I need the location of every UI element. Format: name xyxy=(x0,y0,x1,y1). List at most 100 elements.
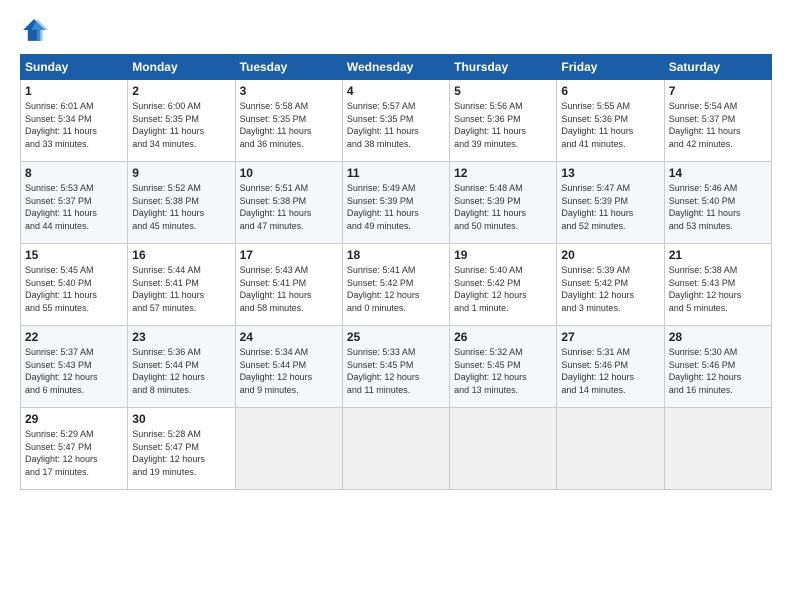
day-number: 22 xyxy=(25,330,123,344)
calendar-table: SundayMondayTuesdayWednesdayThursdayFrid… xyxy=(20,54,772,490)
cell-info: Sunrise: 5:31 AM Sunset: 5:46 PM Dayligh… xyxy=(561,346,659,396)
cell-info: Sunrise: 5:57 AM Sunset: 5:35 PM Dayligh… xyxy=(347,100,445,150)
week-row-1: 1 Sunrise: 6:01 AM Sunset: 5:34 PM Daylig… xyxy=(21,80,772,162)
day-number: 30 xyxy=(132,412,230,426)
calendar-cell: 14Sunrise: 5:46 AM Sunset: 5:40 PM Dayli… xyxy=(664,162,771,244)
calendar-cell: 15 Sunrise: 5:45 AM Sunset: 5:40 PM Dayli… xyxy=(21,244,128,326)
column-header-friday: Friday xyxy=(557,55,664,80)
calendar-cell xyxy=(664,408,771,490)
calendar-cell: 18Sunrise: 5:41 AM Sunset: 5:42 PM Dayli… xyxy=(342,244,449,326)
day-number: 7 xyxy=(669,84,767,98)
calendar-cell xyxy=(557,408,664,490)
cell-info: Sunrise: 5:47 AM Sunset: 5:39 PM Dayligh… xyxy=(561,182,659,232)
calendar-cell: 4 Sunrise: 5:57 AM Sunset: 5:35 PM Daylig… xyxy=(342,80,449,162)
day-number: 2 xyxy=(132,84,230,98)
day-number: 11 xyxy=(347,166,445,180)
calendar-cell: 22 Sunrise: 5:37 AM Sunset: 5:43 PM Dayli… xyxy=(21,326,128,408)
calendar-cell: 12 Sunrise: 5:48 AM Sunset: 5:39 PM Dayli… xyxy=(450,162,557,244)
cell-info: Sunrise: 5:28 AM Sunset: 5:47 PM Dayligh… xyxy=(132,428,230,478)
day-number: 24 xyxy=(240,330,338,344)
cell-info: Sunrise: 5:34 AM Sunset: 5:44 PM Dayligh… xyxy=(240,346,338,396)
day-number: 12 xyxy=(454,166,552,180)
calendar-cell: 7 Sunrise: 5:54 AM Sunset: 5:37 PM Daylig… xyxy=(664,80,771,162)
calendar-cell xyxy=(342,408,449,490)
logo xyxy=(20,16,52,44)
day-number: 18 xyxy=(347,248,445,262)
cell-info: Sunrise: 5:52 AM Sunset: 5:38 PM Dayligh… xyxy=(132,182,230,232)
calendar-cell: 5 Sunrise: 5:56 AM Sunset: 5:36 PM Daylig… xyxy=(450,80,557,162)
calendar-cell: 11Sunrise: 5:49 AM Sunset: 5:39 PM Dayli… xyxy=(342,162,449,244)
calendar-cell: 3 Sunrise: 5:58 AM Sunset: 5:35 PM Daylig… xyxy=(235,80,342,162)
cell-info: Sunrise: 5:29 AM Sunset: 5:47 PM Dayligh… xyxy=(25,428,123,478)
calendar-cell: 28 Sunrise: 5:30 AM Sunset: 5:46 PM Dayli… xyxy=(664,326,771,408)
calendar-cell: 19Sunrise: 5:40 AM Sunset: 5:42 PM Dayli… xyxy=(450,244,557,326)
cell-info: Sunrise: 5:58 AM Sunset: 5:35 PM Dayligh… xyxy=(240,100,338,150)
cell-info: Sunrise: 5:38 AM Sunset: 5:43 PM Dayligh… xyxy=(669,264,767,314)
cell-info: Sunrise: 5:54 AM Sunset: 5:37 PM Dayligh… xyxy=(669,100,767,150)
column-headers: SundayMondayTuesdayWednesdayThursdayFrid… xyxy=(21,55,772,80)
calendar-cell: 24 Sunrise: 5:34 AM Sunset: 5:44 PM Dayli… xyxy=(235,326,342,408)
calendar-cell: 13 Sunrise: 5:47 AM Sunset: 5:39 PM Dayli… xyxy=(557,162,664,244)
cell-info: Sunrise: 5:48 AM Sunset: 5:39 PM Dayligh… xyxy=(454,182,552,232)
cell-info: Sunrise: 5:45 AM Sunset: 5:40 PM Dayligh… xyxy=(25,264,123,314)
calendar-cell: 16 Sunrise: 5:44 AM Sunset: 5:41 PM Dayli… xyxy=(128,244,235,326)
calendar-cell: 6Sunrise: 5:55 AM Sunset: 5:36 PM Daylig… xyxy=(557,80,664,162)
cell-info: Sunrise: 6:00 AM Sunset: 5:35 PM Dayligh… xyxy=(132,100,230,150)
day-number: 16 xyxy=(132,248,230,262)
calendar-cell: 27 Sunrise: 5:31 AM Sunset: 5:46 PM Dayli… xyxy=(557,326,664,408)
day-number: 15 xyxy=(25,248,123,262)
column-header-tuesday: Tuesday xyxy=(235,55,342,80)
day-number: 4 xyxy=(347,84,445,98)
calendar-cell: 1 Sunrise: 6:01 AM Sunset: 5:34 PM Daylig… xyxy=(21,80,128,162)
calendar-cell xyxy=(450,408,557,490)
day-number: 25 xyxy=(347,330,445,344)
cell-info: Sunrise: 5:30 AM Sunset: 5:46 PM Dayligh… xyxy=(669,346,767,396)
column-header-wednesday: Wednesday xyxy=(342,55,449,80)
calendar-cell: 23 Sunrise: 5:36 AM Sunset: 5:44 PM Dayli… xyxy=(128,326,235,408)
week-row-3: 15 Sunrise: 5:45 AM Sunset: 5:40 PM Dayli… xyxy=(21,244,772,326)
cell-info: Sunrise: 5:37 AM Sunset: 5:43 PM Dayligh… xyxy=(25,346,123,396)
day-number: 9 xyxy=(132,166,230,180)
day-number: 3 xyxy=(240,84,338,98)
cell-info: Sunrise: 5:56 AM Sunset: 5:36 PM Dayligh… xyxy=(454,100,552,150)
day-number: 1 xyxy=(25,84,123,98)
column-header-saturday: Saturday xyxy=(664,55,771,80)
cell-info: Sunrise: 5:44 AM Sunset: 5:41 PM Dayligh… xyxy=(132,264,230,314)
cell-info: Sunrise: 6:01 AM Sunset: 5:34 PM Dayligh… xyxy=(25,100,123,150)
day-number: 13 xyxy=(561,166,659,180)
cell-info: Sunrise: 5:39 AM Sunset: 5:42 PM Dayligh… xyxy=(561,264,659,314)
day-number: 10 xyxy=(240,166,338,180)
calendar-cell xyxy=(235,408,342,490)
week-row-5: 29Sunrise: 5:29 AM Sunset: 5:47 PM Dayli… xyxy=(21,408,772,490)
column-header-sunday: Sunday xyxy=(21,55,128,80)
calendar-cell: 2 Sunrise: 6:00 AM Sunset: 5:35 PM Daylig… xyxy=(128,80,235,162)
cell-info: Sunrise: 5:43 AM Sunset: 5:41 PM Dayligh… xyxy=(240,264,338,314)
day-number: 17 xyxy=(240,248,338,262)
calendar-cell: 20 Sunrise: 5:39 AM Sunset: 5:42 PM Dayli… xyxy=(557,244,664,326)
logo-icon xyxy=(20,16,48,44)
day-number: 8 xyxy=(25,166,123,180)
calendar-cell: 8 Sunrise: 5:53 AM Sunset: 5:37 PM Daylig… xyxy=(21,162,128,244)
day-number: 28 xyxy=(669,330,767,344)
calendar-cell: 29Sunrise: 5:29 AM Sunset: 5:47 PM Dayli… xyxy=(21,408,128,490)
day-number: 5 xyxy=(454,84,552,98)
calendar-cell: 10Sunrise: 5:51 AM Sunset: 5:38 PM Dayli… xyxy=(235,162,342,244)
day-number: 21 xyxy=(669,248,767,262)
cell-info: Sunrise: 5:40 AM Sunset: 5:42 PM Dayligh… xyxy=(454,264,552,314)
day-number: 14 xyxy=(669,166,767,180)
page: SundayMondayTuesdayWednesdayThursdayFrid… xyxy=(0,0,792,612)
week-row-2: 8 Sunrise: 5:53 AM Sunset: 5:37 PM Daylig… xyxy=(21,162,772,244)
cell-info: Sunrise: 5:53 AM Sunset: 5:37 PM Dayligh… xyxy=(25,182,123,232)
column-header-monday: Monday xyxy=(128,55,235,80)
day-number: 6 xyxy=(561,84,659,98)
cell-info: Sunrise: 5:36 AM Sunset: 5:44 PM Dayligh… xyxy=(132,346,230,396)
week-row-4: 22 Sunrise: 5:37 AM Sunset: 5:43 PM Dayli… xyxy=(21,326,772,408)
day-number: 27 xyxy=(561,330,659,344)
day-number: 23 xyxy=(132,330,230,344)
calendar-cell: 25 Sunrise: 5:33 AM Sunset: 5:45 PM Dayli… xyxy=(342,326,449,408)
calendar-cell: 17 Sunrise: 5:43 AM Sunset: 5:41 PM Dayli… xyxy=(235,244,342,326)
calendar-cell: 26Sunrise: 5:32 AM Sunset: 5:45 PM Dayli… xyxy=(450,326,557,408)
cell-info: Sunrise: 5:33 AM Sunset: 5:45 PM Dayligh… xyxy=(347,346,445,396)
day-number: 20 xyxy=(561,248,659,262)
cell-info: Sunrise: 5:32 AM Sunset: 5:45 PM Dayligh… xyxy=(454,346,552,396)
